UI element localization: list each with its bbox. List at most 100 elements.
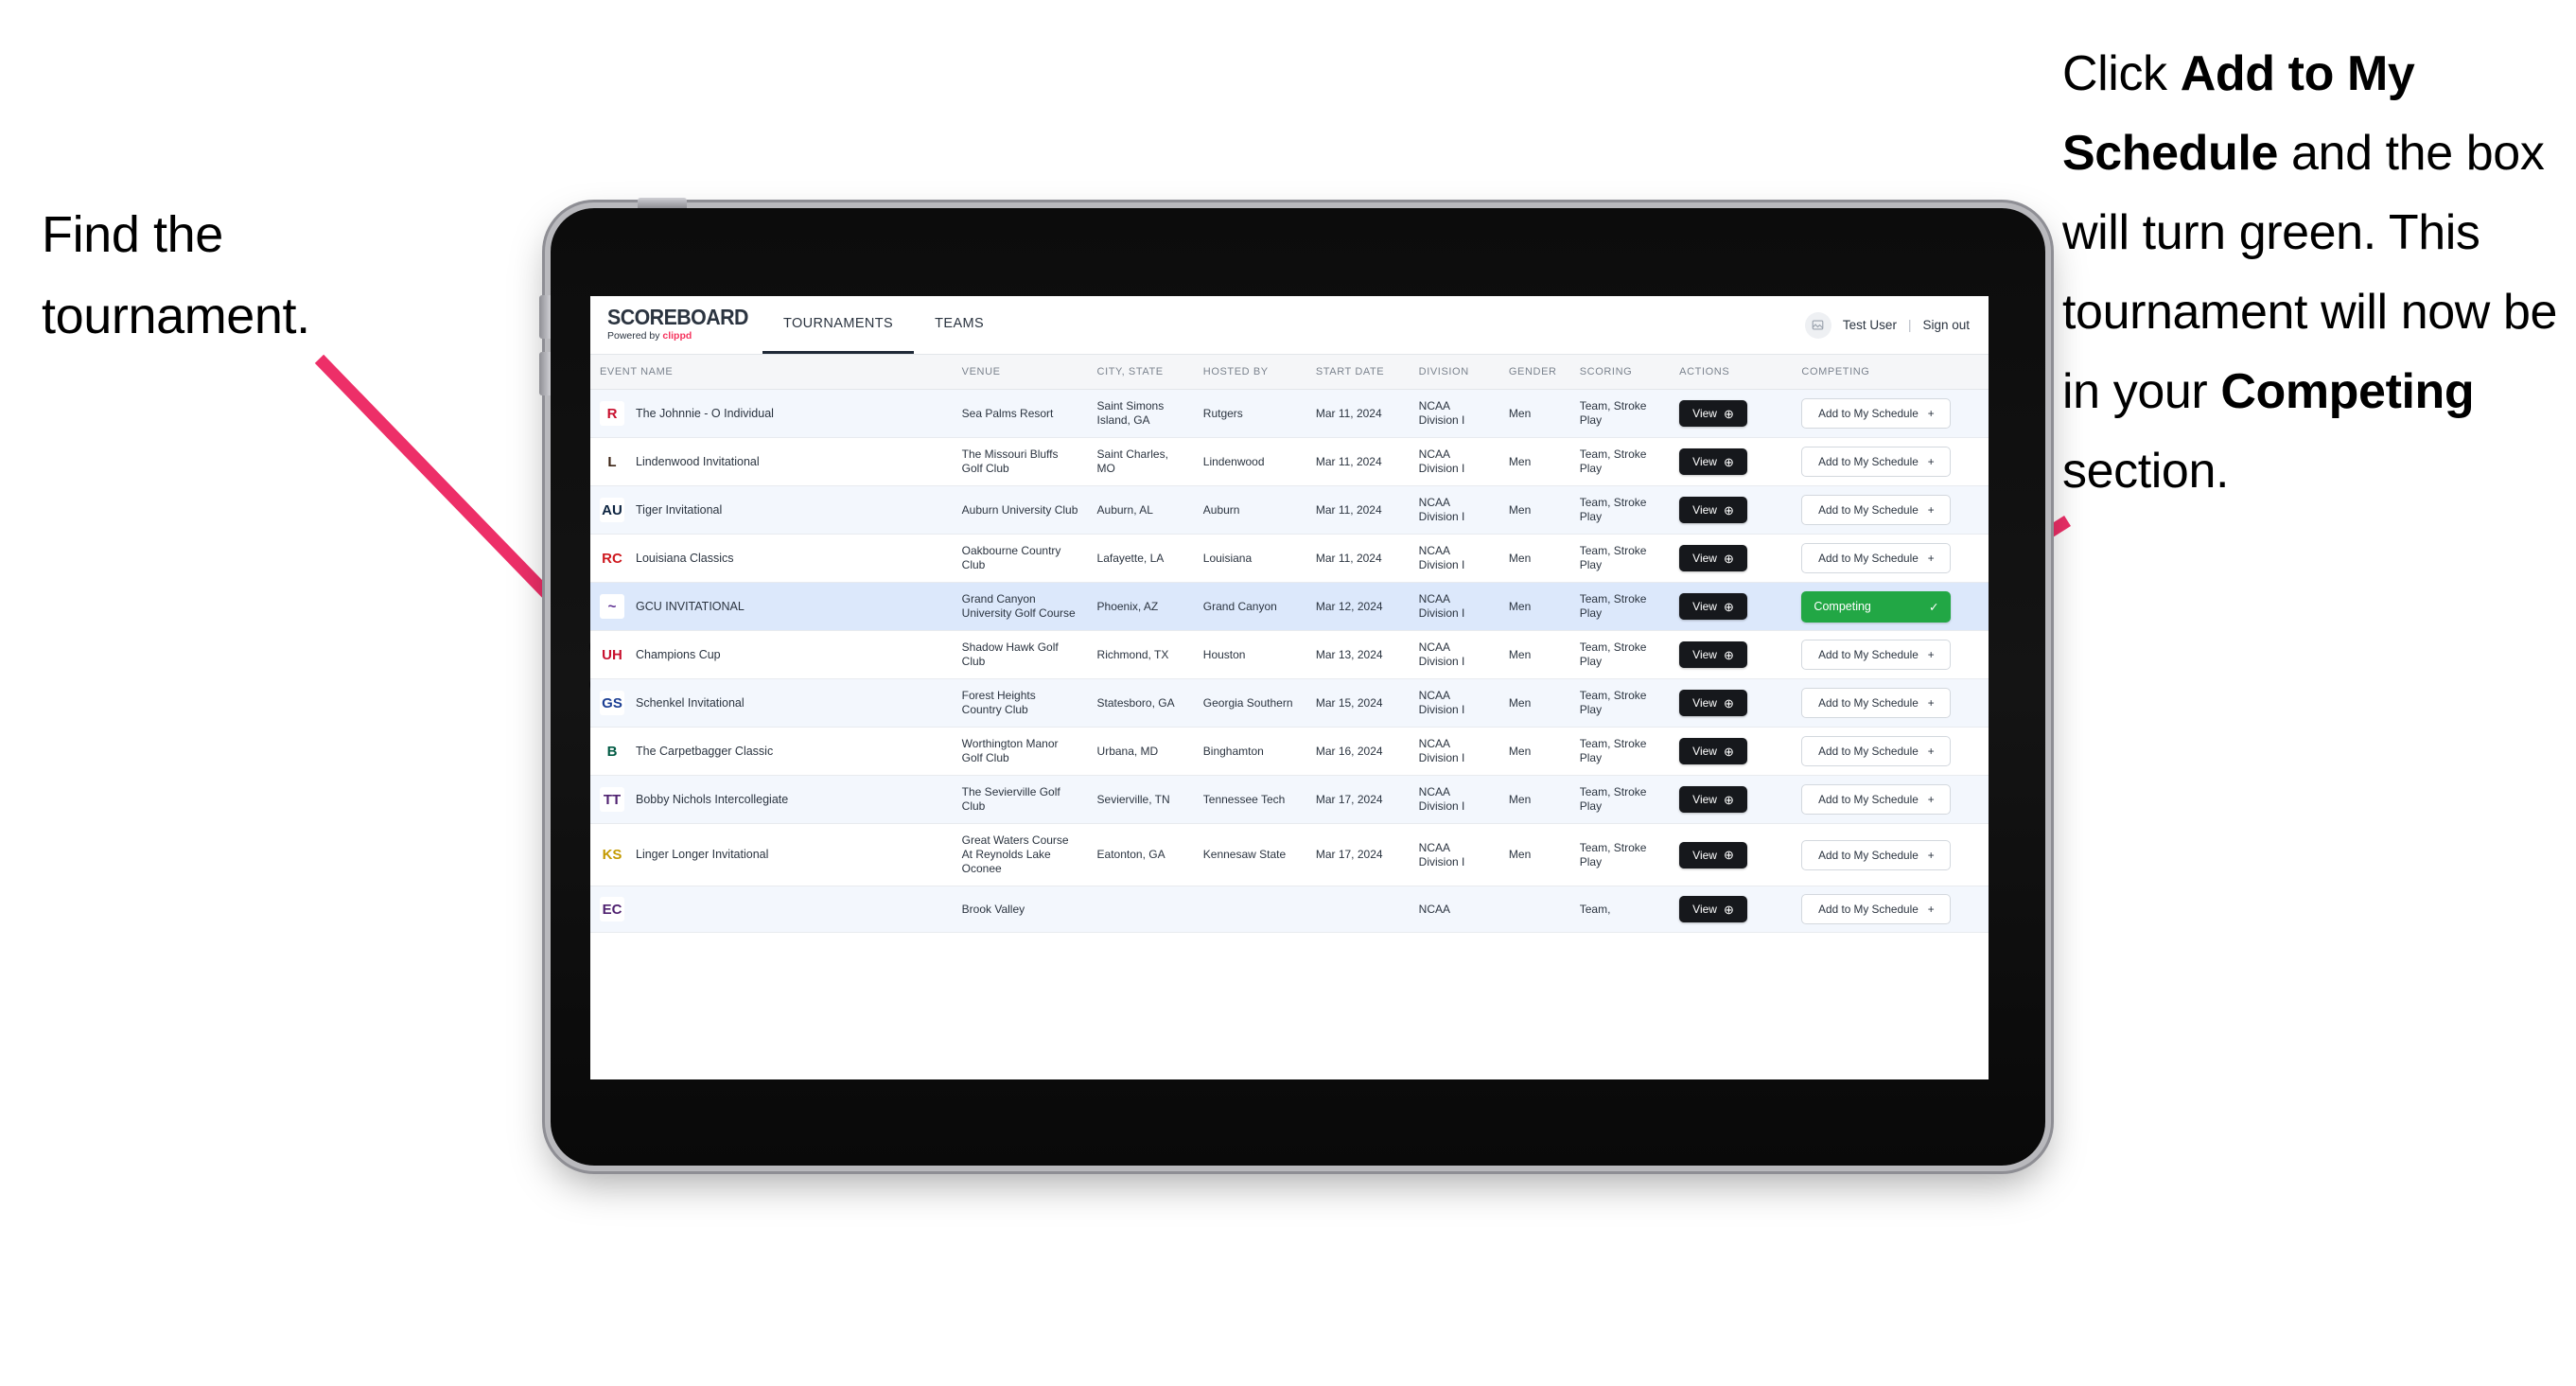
column-header-division[interactable]: DIVISION — [1409, 355, 1499, 390]
cell-start-date: Mar 15, 2024 — [1306, 678, 1410, 728]
cell-venue: Forest Heights Country Club — [952, 678, 1088, 728]
cell-gender: Men — [1498, 630, 1570, 679]
add-to-my-schedule-button[interactable]: Add to My Schedule + — [1801, 398, 1952, 429]
add-to-my-schedule-label: Add to My Schedule — [1818, 552, 1919, 565]
table-row[interactable]: R The Johnnie - O Individual Sea Palms Res… — [590, 389, 1989, 438]
cell-hosted-by: Lindenwood — [1193, 437, 1306, 486]
column-header-scoring[interactable]: SCORING — [1569, 355, 1671, 390]
column-header-start-date[interactable]: START DATE — [1306, 355, 1410, 390]
cell-actions: View ⊕ — [1670, 437, 1793, 486]
cell-competing: Add to My Schedule + — [1792, 485, 1989, 535]
view-button[interactable]: View ⊕ — [1679, 786, 1747, 813]
cell-competing: Add to My Schedule + — [1792, 437, 1989, 486]
view-button-label: View — [1692, 648, 1717, 661]
column-header-hosted-by[interactable]: HOSTED BY — [1193, 355, 1306, 390]
column-header-gender[interactable]: GENDER — [1498, 355, 1570, 390]
table-row[interactable]: KS Linger Longer Invitational Great Waters… — [590, 823, 1989, 886]
cell-scoring: Team, — [1569, 886, 1671, 933]
view-button[interactable]: View ⊕ — [1679, 400, 1747, 427]
view-button[interactable]: View ⊕ — [1679, 841, 1747, 868]
add-to-my-schedule-label: Add to My Schedule — [1818, 503, 1919, 517]
add-to-my-schedule-button[interactable]: Add to My Schedule + — [1801, 688, 1952, 718]
cell-city-state: Phoenix, AZ — [1087, 582, 1194, 631]
cell-gender: Men — [1498, 823, 1570, 886]
table-row[interactable]: EC Brook Valley NCAA Team, View ⊕ Add to My Sc… — [590, 886, 1989, 933]
arrow-right-circle-icon: ⊕ — [1723, 599, 1734, 614]
view-button[interactable]: View ⊕ — [1679, 593, 1747, 620]
table-row[interactable]: AU Tiger Invitational Auburn University Cl… — [590, 485, 1989, 535]
competing-button[interactable]: Competing ✓ — [1801, 590, 1952, 623]
view-button[interactable]: View ⊕ — [1679, 448, 1747, 475]
volume-up-button[interactable] — [539, 295, 551, 339]
logo-title: SCOREBOARD — [607, 305, 748, 329]
event-name-label: Linger Longer Invitational — [636, 848, 769, 861]
cell-division: NCAA Division I — [1409, 630, 1499, 679]
cell-start-date: Mar 17, 2024 — [1306, 775, 1410, 824]
table-row[interactable]: UH Champions Cup Shadow Hawk Golf Club Rich… — [590, 630, 1989, 679]
add-to-my-schedule-button[interactable]: Add to My Schedule + — [1801, 839, 1952, 870]
add-to-my-schedule-button[interactable]: Add to My Schedule + — [1801, 894, 1952, 924]
volume-down-button[interactable] — [539, 352, 551, 395]
cell-event-name: KS Linger Longer Invitational — [590, 823, 953, 886]
add-to-my-schedule-button[interactable]: Add to My Schedule + — [1801, 495, 1952, 525]
cell-hosted-by: Binghamton — [1193, 727, 1306, 776]
table-header-row: EVENT NAME VENUE CITY, STATE HOSTED BY S… — [590, 355, 1989, 390]
cell-actions: View ⊕ — [1670, 678, 1793, 728]
cell-city-state: Statesboro, GA — [1087, 678, 1194, 728]
cell-start-date: Mar 11, 2024 — [1306, 437, 1410, 486]
column-header-city-state[interactable]: CITY, STATE — [1087, 355, 1194, 390]
view-button[interactable]: View ⊕ — [1679, 545, 1747, 571]
table-row[interactable]: GS Schenkel Invitational Forest Heights Co… — [590, 678, 1989, 728]
view-button[interactable]: View ⊕ — [1679, 896, 1747, 922]
add-to-my-schedule-label: Add to My Schedule — [1818, 455, 1919, 468]
sign-out-link[interactable]: Sign out — [1922, 318, 1970, 332]
power-button[interactable] — [638, 198, 687, 208]
cell-competing: Add to My Schedule + — [1792, 886, 1989, 933]
view-button[interactable]: View ⊕ — [1679, 641, 1747, 668]
table-row[interactable]: RC Louisiana Classics Oakbourne Country Cl… — [590, 534, 1989, 583]
avatar-icon[interactable] — [1804, 311, 1831, 339]
plus-icon: + — [1927, 407, 1935, 420]
arrow-right-circle-icon: ⊕ — [1723, 695, 1734, 711]
view-button-label: View — [1692, 903, 1717, 916]
competing-button-label: Competing — [1814, 600, 1871, 613]
table-row[interactable]: TT Bobby Nichols Intercollegiate The Sevie… — [590, 775, 1989, 824]
scoreboard-logo[interactable]: SCOREBOARD Powered by clippd — [590, 296, 753, 354]
view-button-label: View — [1692, 848, 1717, 862]
cell-venue: Auburn University Club — [952, 485, 1088, 535]
cell-actions: View ⊕ — [1670, 630, 1793, 679]
view-button[interactable]: View ⊕ — [1679, 497, 1747, 523]
column-header-venue[interactable]: VENUE — [952, 355, 1088, 390]
event-cell-content: ~ GCU INVITATIONAL — [600, 594, 943, 619]
add-to-my-schedule-button[interactable]: Add to My Schedule + — [1801, 736, 1952, 766]
tournaments-table: EVENT NAME VENUE CITY, STATE HOSTED BY S… — [590, 355, 1989, 933]
add-to-my-schedule-button[interactable]: Add to My Schedule + — [1801, 640, 1952, 670]
table-row[interactable]: L Lindenwood Invitational The Missouri Blu… — [590, 437, 1989, 486]
cell-venue: Brook Valley — [952, 886, 1088, 933]
cell-actions: View ⊕ — [1670, 534, 1793, 583]
cell-hosted-by: Tennessee Tech — [1193, 775, 1306, 824]
column-header-event-name[interactable]: EVENT NAME — [590, 355, 953, 390]
view-button[interactable]: View ⊕ — [1679, 690, 1747, 716]
cell-start-date: Mar 11, 2024 — [1306, 485, 1410, 535]
primary-nav-tabs: TOURNAMENTS TEAMS — [762, 296, 1005, 354]
cell-hosted-by: Grand Canyon — [1193, 582, 1306, 631]
cell-actions: View ⊕ — [1670, 389, 1793, 438]
cell-gender: Men — [1498, 485, 1570, 535]
event-name-label: Champions Cup — [636, 647, 721, 661]
tutorial-screenshot: Find the tournament. Click Add to My Sch… — [0, 0, 2576, 1386]
cell-competing: Add to My Schedule + — [1792, 630, 1989, 679]
table-row[interactable]: B The Carpetbagger Classic Worthington Man… — [590, 727, 1989, 776]
view-button[interactable]: View ⊕ — [1679, 738, 1747, 764]
cell-venue: The Missouri Bluffs Golf Club — [952, 437, 1088, 486]
event-name-label: Bobby Nichols Intercollegiate — [636, 792, 789, 806]
event-cell-content: KS Linger Longer Invitational — [600, 842, 943, 868]
tab-teams[interactable]: TEAMS — [914, 296, 1005, 354]
add-to-my-schedule-button[interactable]: Add to My Schedule + — [1801, 784, 1952, 815]
tab-tournaments[interactable]: TOURNAMENTS — [762, 296, 915, 354]
add-to-my-schedule-button[interactable]: Add to My Schedule + — [1801, 447, 1952, 477]
table-row-selected[interactable]: ~ GCU INVITATIONAL Grand Canyon University… — [590, 582, 1989, 631]
add-to-my-schedule-button[interactable]: Add to My Schedule + — [1801, 543, 1952, 573]
cell-actions: View ⊕ — [1670, 727, 1793, 776]
cell-division: NCAA Division I — [1409, 775, 1499, 824]
